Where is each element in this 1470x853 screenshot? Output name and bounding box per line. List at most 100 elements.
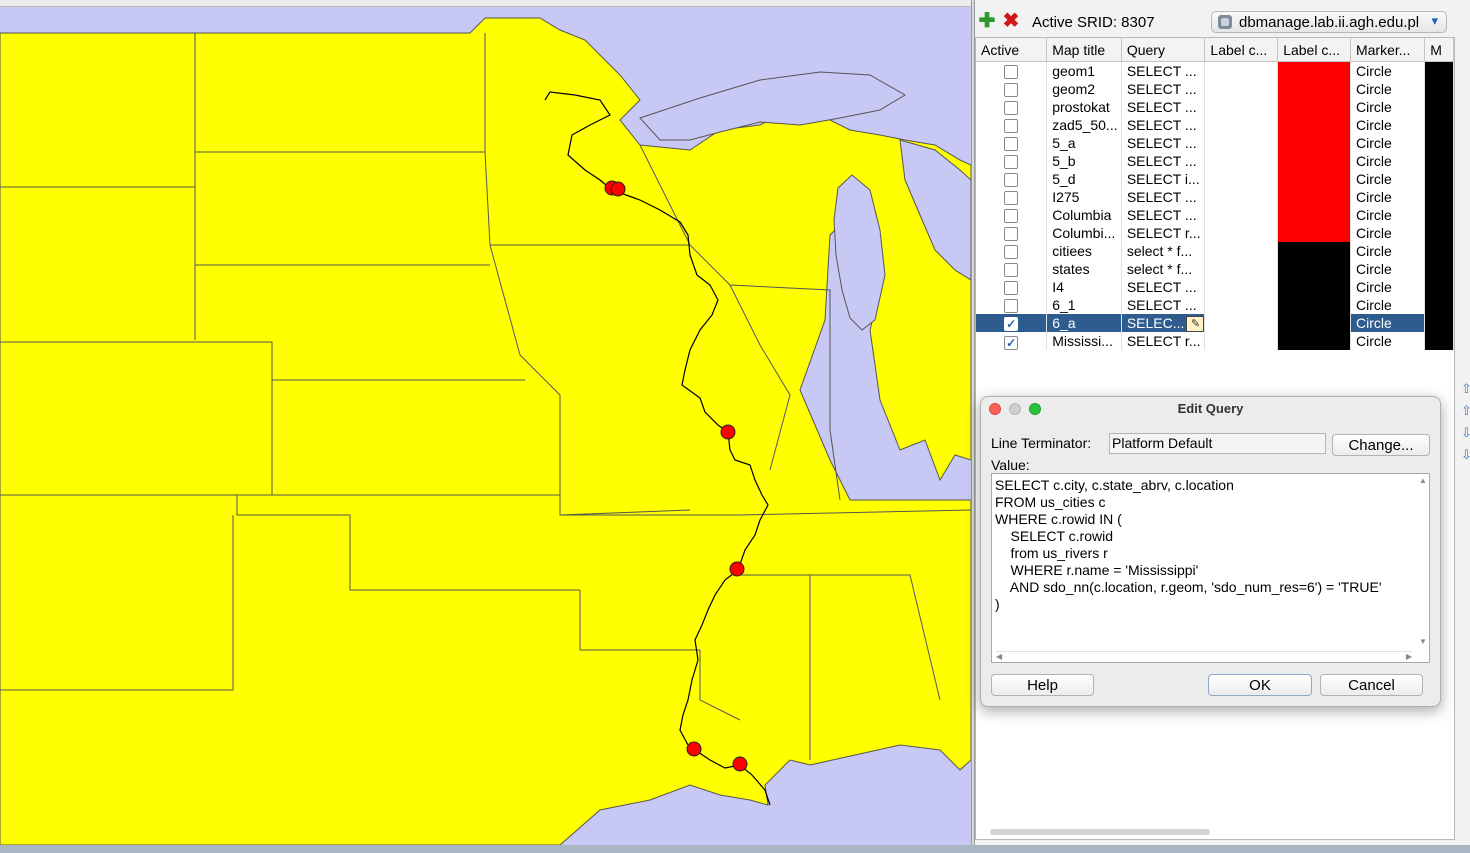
map-title-cell[interactable]: citiees (1046, 242, 1122, 260)
label-color-swatch[interactable] (1277, 332, 1351, 351)
label-color-swatch[interactable] (1277, 314, 1351, 333)
column-header-marker[interactable]: Marker... (1350, 38, 1426, 62)
vertical-scrollbar[interactable]: ▲ ▼ (1419, 476, 1427, 646)
label-color-swatch[interactable] (1277, 242, 1351, 260)
marker-color-swatch[interactable] (1424, 188, 1454, 206)
table-row[interactable]: Columbi... SELECT r... Circle (976, 224, 1454, 242)
cancel-button[interactable]: Cancel (1320, 674, 1423, 696)
map-title-cell[interactable]: I4 (1046, 278, 1122, 296)
query-cell[interactable]: SELEC... ✎ (1121, 314, 1206, 333)
label-column-cell[interactable] (1204, 98, 1279, 116)
map-title-cell[interactable]: I275 (1046, 188, 1122, 206)
label-color-swatch[interactable] (1277, 116, 1351, 134)
query-textarea[interactable]: SELECT c.city, c.state_abrv, c.location … (991, 473, 1430, 663)
query-cell[interactable]: SELECT ... (1121, 296, 1206, 314)
marker-color-swatch[interactable] (1424, 278, 1454, 296)
table-row[interactable]: zad5_50... SELECT ... Circle (976, 116, 1454, 134)
scroll-up-icon[interactable]: ▲ (1419, 476, 1427, 485)
map-title-cell[interactable]: Columbia (1046, 206, 1122, 224)
label-column-cell[interactable] (1204, 296, 1279, 314)
map-title-cell[interactable]: 5_b (1046, 152, 1122, 170)
table-row[interactable]: Mississi...SELECT r... Circle (976, 332, 1454, 351)
marker-cell[interactable]: Circle (1350, 242, 1426, 260)
table-row[interactable]: 5_b SELECT ... Circle (976, 152, 1454, 170)
column-header-query[interactable]: Query (1121, 38, 1206, 62)
query-cell[interactable]: select * f... (1121, 242, 1206, 260)
map-canvas[interactable] (0, 0, 971, 845)
label-column-cell[interactable] (1204, 314, 1279, 333)
scroll-down-icon[interactable]: ▼ (1419, 637, 1427, 646)
marker-color-swatch[interactable] (1424, 134, 1454, 152)
active-checkbox[interactable] (1004, 281, 1019, 296)
marker-color-swatch[interactable] (1424, 98, 1454, 116)
connection-select[interactable]: dbmanage.lab.ii.agh.edu.pl ▾ (1211, 11, 1447, 33)
help-button[interactable]: Help (991, 674, 1094, 696)
query-cell[interactable]: select * f... (1121, 260, 1206, 278)
marker-cell[interactable]: Circle (1350, 224, 1426, 242)
table-row[interactable]: I4 SELECT ... Circle (976, 278, 1454, 296)
label-column-cell[interactable] (1204, 80, 1279, 98)
map-title-cell[interactable]: 5_a (1046, 134, 1122, 152)
label-color-swatch[interactable] (1277, 134, 1351, 152)
label-color-swatch[interactable] (1277, 296, 1351, 314)
query-cell[interactable]: SELECT ... (1121, 152, 1206, 170)
marker-cell[interactable]: Circle (1350, 152, 1426, 170)
map-title-cell[interactable]: states (1046, 260, 1122, 278)
table-row[interactable]: 6_1 SELECT ... Circle (976, 296, 1454, 314)
map-svg[interactable] (0, 0, 971, 845)
marker-cell[interactable]: Circle (1350, 278, 1426, 296)
table-row[interactable]: states select * f... Circle (976, 260, 1454, 278)
active-checkbox[interactable] (1004, 299, 1019, 314)
query-text[interactable]: SELECT c.city, c.state_abrv, c.location … (995, 477, 1382, 613)
window-minimize-button[interactable] (1009, 403, 1021, 415)
scroll-right-icon[interactable]: ▶ (1406, 652, 1412, 661)
marker-color-swatch[interactable] (1424, 296, 1454, 314)
marker-cell[interactable]: Circle (1350, 116, 1426, 134)
active-checkbox[interactable] (1004, 137, 1019, 152)
map-title-cell[interactable]: zad5_50... (1046, 116, 1122, 134)
change-button[interactable]: Change... (1332, 434, 1430, 456)
move-bottom-icon[interactable]: ⇩ (1461, 446, 1470, 464)
label-column-cell[interactable] (1204, 134, 1279, 152)
active-checkbox[interactable] (1004, 173, 1019, 188)
table-row[interactable]: citiees select * f... Circle (976, 242, 1454, 260)
marker-cell[interactable]: Circle (1350, 296, 1426, 314)
label-column-cell[interactable] (1204, 224, 1279, 242)
label-column-cell[interactable] (1204, 242, 1279, 260)
map-title-cell[interactable]: Columbi... (1046, 224, 1122, 242)
label-column-cell[interactable] (1204, 278, 1279, 296)
plus-icon[interactable]: ✚ (977, 11, 997, 31)
label-column-cell[interactable] (1204, 61, 1279, 80)
column-header-label-color[interactable]: Label c... (1277, 38, 1351, 62)
map-title-cell[interactable]: 6_a (1046, 314, 1122, 333)
label-color-swatch[interactable] (1277, 98, 1351, 116)
marker-color-swatch[interactable] (1424, 314, 1454, 333)
active-checkbox[interactable] (1004, 101, 1019, 116)
query-cell[interactable]: SELECT ... (1121, 206, 1206, 224)
query-cell[interactable]: SELECT ... (1121, 116, 1206, 134)
active-checkbox[interactable] (1004, 245, 1019, 260)
marker-cell[interactable]: Circle (1350, 170, 1426, 188)
horizontal-scrollbar[interactable]: ◀ ▶ (996, 651, 1412, 661)
pencil-icon[interactable]: ✎ (1186, 316, 1204, 333)
query-cell[interactable]: SELECT ... (1121, 134, 1206, 152)
marker-color-swatch[interactable] (1424, 206, 1454, 224)
query-cell[interactable]: SELECT ... (1121, 278, 1206, 296)
marker-cell[interactable]: Circle (1350, 332, 1426, 351)
label-color-swatch[interactable] (1277, 260, 1351, 278)
table-row[interactable]: prostokat SELECT ... Circle (976, 98, 1454, 116)
window-close-button[interactable] (989, 403, 1001, 415)
label-column-cell[interactable] (1204, 170, 1279, 188)
marker-color-swatch[interactable] (1424, 61, 1454, 80)
label-color-swatch[interactable] (1277, 61, 1351, 80)
ok-button[interactable]: OK (1208, 674, 1312, 696)
label-column-cell[interactable] (1204, 206, 1279, 224)
active-checkbox[interactable] (1004, 263, 1019, 278)
label-column-cell[interactable] (1204, 332, 1279, 351)
label-column-cell[interactable] (1204, 188, 1279, 206)
table-row[interactable]: I275 SELECT ... Circle (976, 188, 1454, 206)
table-row[interactable]: 5_a SELECT ... Circle (976, 134, 1454, 152)
map-title-cell[interactable]: prostokat (1046, 98, 1122, 116)
label-column-cell[interactable] (1204, 116, 1279, 134)
marker-cell[interactable]: Circle (1350, 61, 1426, 80)
